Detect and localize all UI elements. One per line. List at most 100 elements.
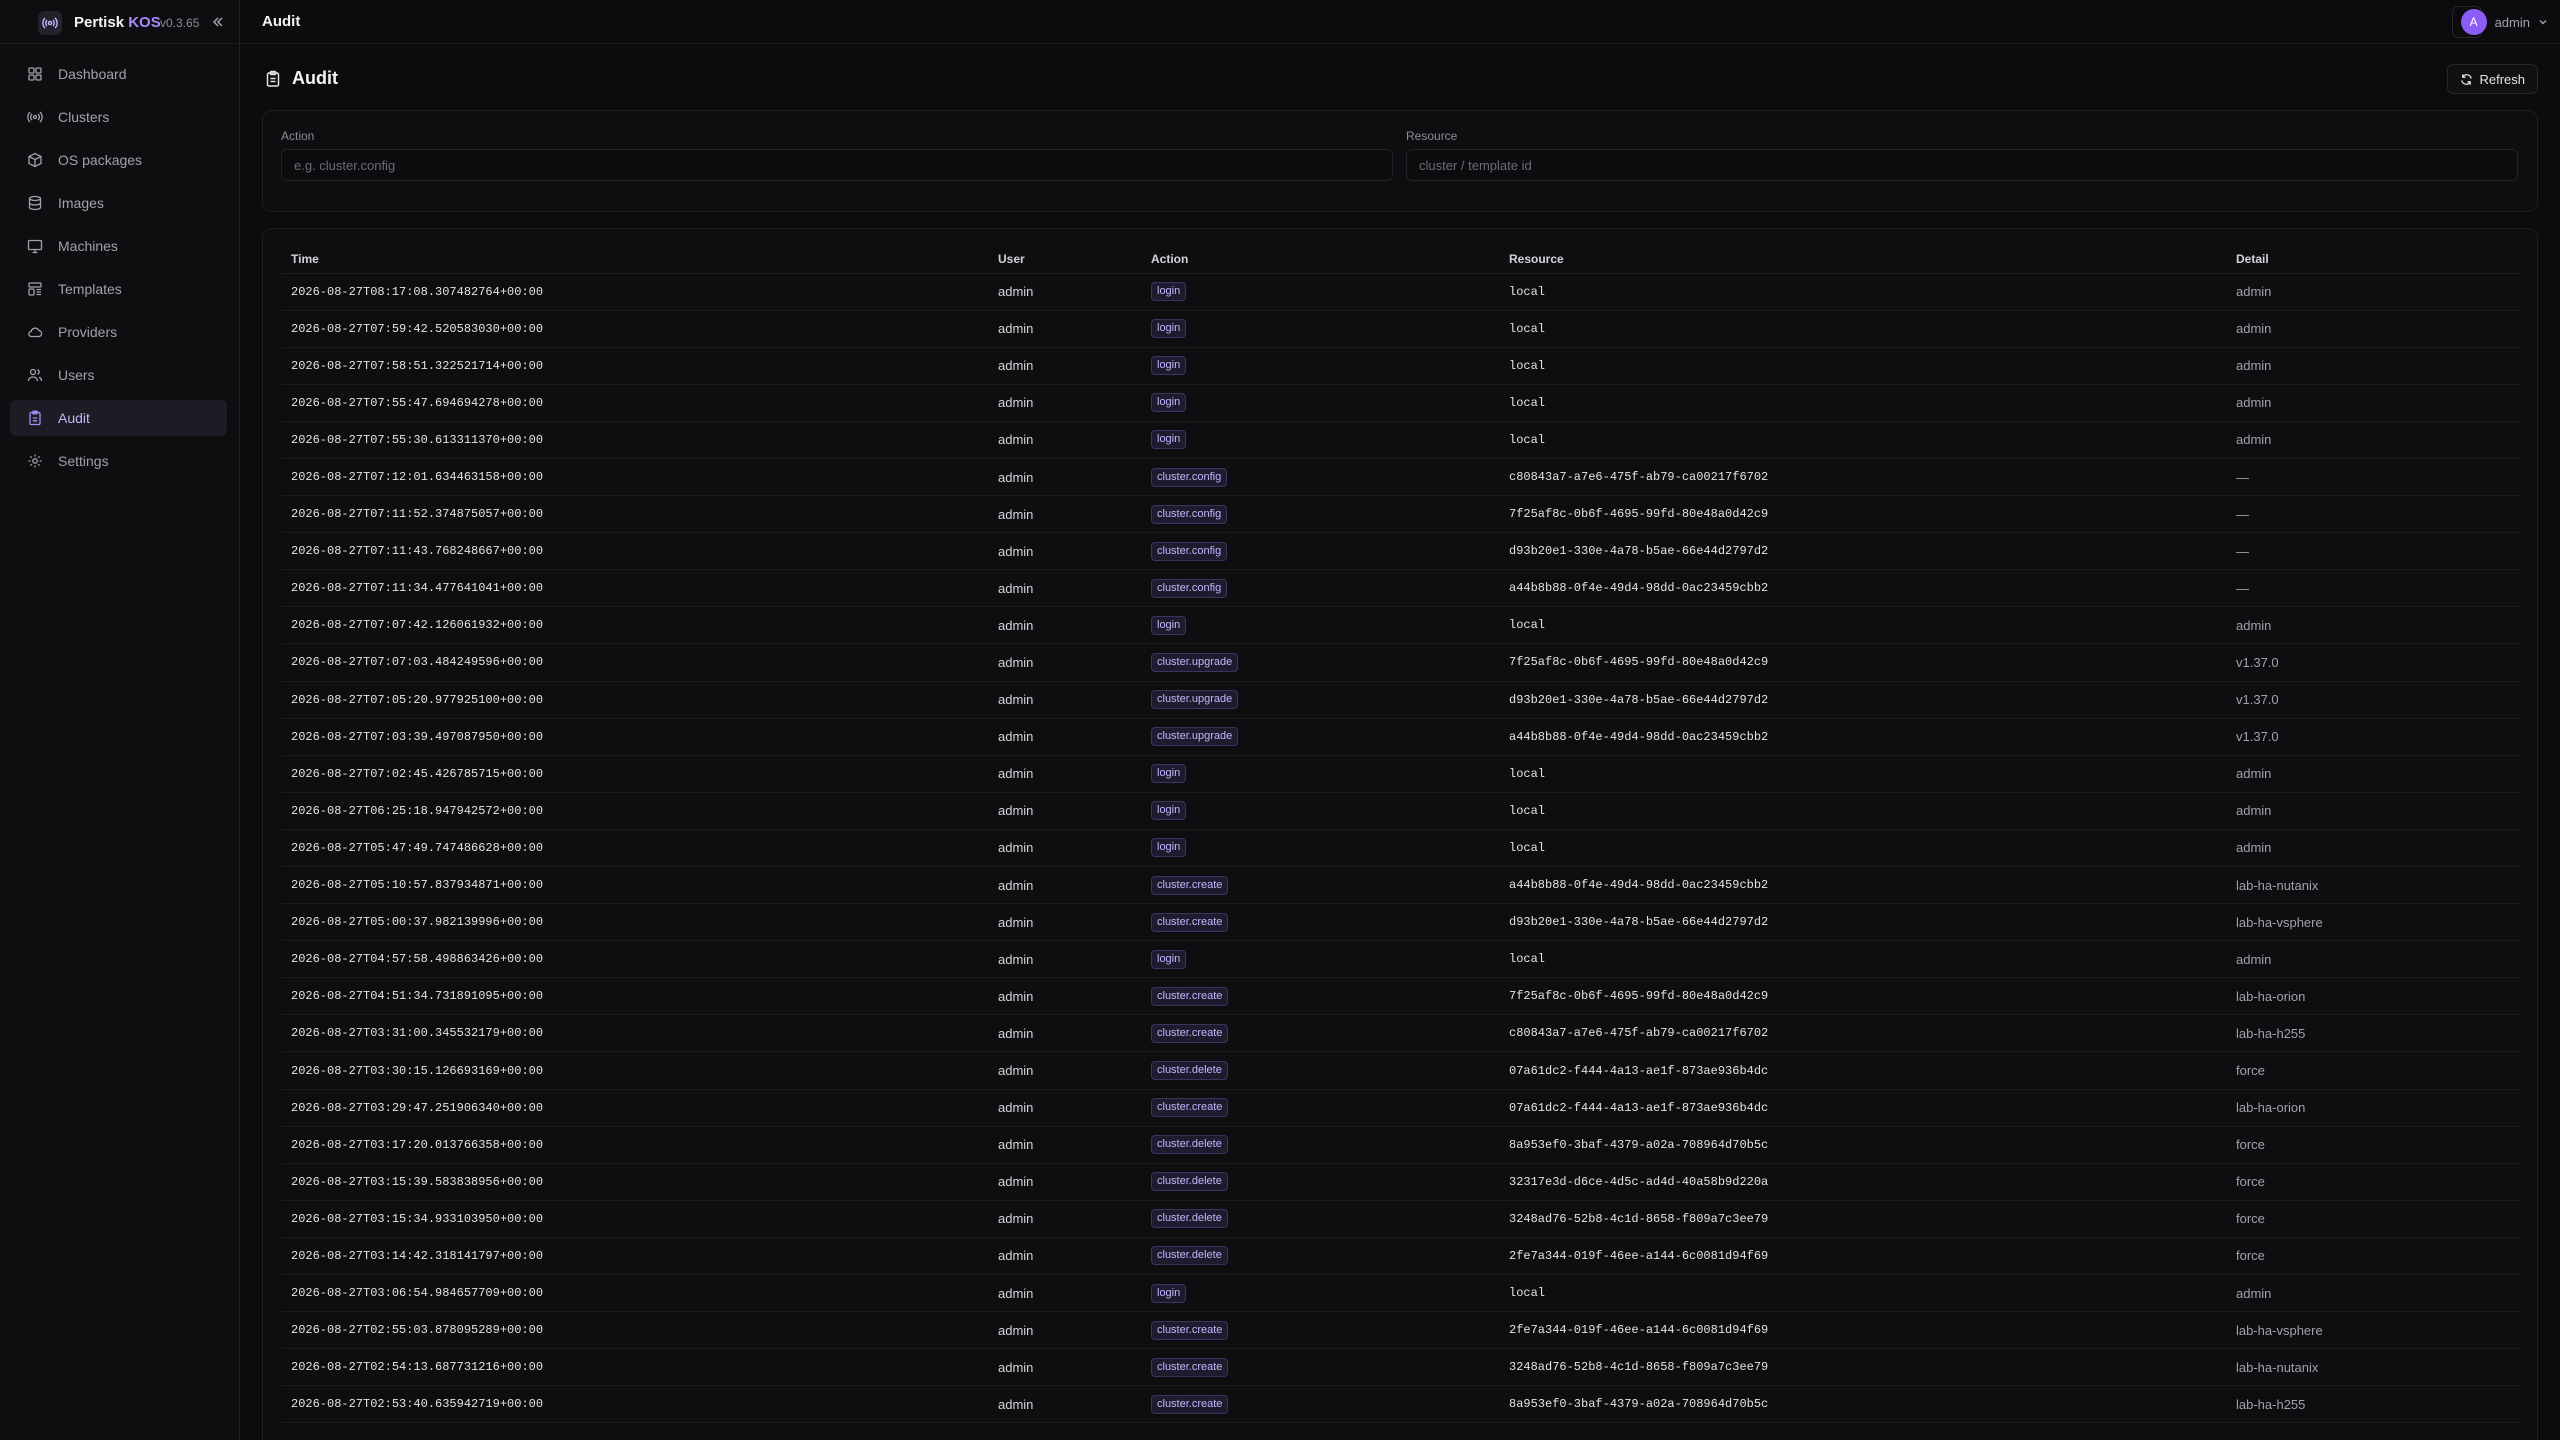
table-row[interactable]: 2026-08-27T03:17:20.013766358+00:00 admin… [281,1126,2522,1164]
action-badge: cluster.create [1151,1098,1229,1118]
table-row[interactable]: 2026-08-27T04:57:58.498863426+00:00 admin… [281,940,2522,979]
detail-cell: lab-ha-nutanix [2226,866,2522,905]
sidebar-item-images[interactable]: Images [10,185,227,221]
user-cell: admin [988,1126,1141,1164]
user-cell: admin [988,347,1141,385]
table-row[interactable]: 2026-08-27T05:10:57.837934871+00:00 admin… [281,866,2522,905]
table-row[interactable]: 2026-08-27T06:25:18.947942572+00:00 admin… [281,792,2522,830]
sidebar-item-audit[interactable]: Audit [10,400,227,436]
action-badge: cluster.create [1151,1394,1229,1414]
table-row[interactable]: 2026-08-27T07:11:34.477641041+00:00 admin… [281,569,2522,608]
table-row[interactable]: 2026-08-27T07:07:42.126061932+00:00 admin… [281,606,2522,645]
action-cell: login [1141,310,1499,348]
time-cell: 2026-08-27T07:11:43.768248667+00:00 [281,532,988,571]
table-row[interactable]: 2026-08-27T07:59:42.520583030+00:00 admin… [281,310,2522,348]
user-cell: admin [988,792,1141,830]
time-cell: 2026-08-27T07:07:42.126061932+00:00 [281,606,988,645]
table-row[interactable]: 2026-08-27T02:55:03.878095289+00:00 admin… [281,1311,2522,1350]
action-filter-input[interactable] [281,149,1393,181]
chevrons-left-icon [212,17,223,27]
table-row[interactable]: 2026-08-27T07:03:39.497087950+00:00 admin… [281,718,2522,756]
detail-cell: admin [2226,792,2522,830]
gear-icon [26,452,44,470]
table-row[interactable]: 2026-08-27T05:00:37.982139996+00:00 admin… [281,903,2522,942]
table-row[interactable]: 2026-08-27T07:05:20.977925100+00:00 admin… [281,681,2522,719]
action-badge: cluster.delete [1151,1172,1228,1192]
action-cell: login [1141,421,1499,459]
table-row[interactable]: 2026-08-27T04:51:34.731891095+00:00 admin… [281,977,2522,1016]
table-row[interactable]: 2026-08-27T02:54:13.687731216+00:00 admin… [281,1348,2522,1387]
time-cell: 2026-08-27T03:14:42.318141797+00:00 [281,1237,988,1276]
time-cell: 2026-08-27T02:54:13.687731216+00:00 [281,1348,988,1387]
sidebar-item-label: Clusters [58,109,110,125]
table-row[interactable]: 2026-08-27T08:17:08.307482764+00:00 admin… [281,273,2522,311]
user-cell: admin [988,1348,1141,1387]
table-row[interactable]: 2026-08-27T07:07:03.484249596+00:00 admin… [281,643,2522,682]
refresh-button[interactable]: Refresh [2447,64,2538,94]
action-cell: login [1141,792,1499,830]
sidebar-item-users[interactable]: Users [10,357,227,393]
resource-cell: 7f25af8c-0b6f-4695-99fd-80e48a0d42c9 [1499,977,2226,1016]
table-row[interactable]: 2026-08-27T03:15:39.583838956+00:00 admin… [281,1163,2522,1201]
collapse-sidebar-button[interactable] [208,12,228,32]
action-badge: cluster.create [1151,1357,1229,1377]
audit-table: Time User Action Resource Detail 2026-08-27T… [281,245,2522,1424]
action-badge: cluster.create [1151,986,1229,1006]
action-badge: cluster.create [1151,1023,1229,1043]
sidebar-item-os-packages[interactable]: OS packages [10,142,227,178]
sidebar-item-clusters[interactable]: Clusters [10,99,227,135]
action-cell: login [1141,347,1499,385]
user-menu[interactable]: A admin [2460,7,2548,37]
sidebar-item-providers[interactable]: Providers [10,314,227,350]
column-header-detail: Detail [2226,245,2522,274]
user-cell: admin [988,606,1141,645]
action-cell: cluster.config [1141,569,1499,608]
sidebar-item-machines[interactable]: Machines [10,228,227,264]
user-cell: admin [988,421,1141,459]
action-badge: login [1151,764,1187,784]
time-cell: 2026-08-27T07:11:52.374875057+00:00 [281,495,988,534]
time-cell: 2026-08-27T07:59:42.520583030+00:00 [281,310,988,348]
table-row[interactable]: 2026-08-27T07:11:43.768248667+00:00 admin… [281,532,2522,571]
detail-cell: lab-ha-h255 [2226,1385,2522,1424]
time-cell: 2026-08-27T04:57:58.498863426+00:00 [281,940,988,979]
table-row[interactable]: 2026-08-27T07:55:30.613311370+00:00 admin… [281,421,2522,459]
table-row[interactable]: 2026-08-27T03:06:54.984657709+00:00 admin… [281,1274,2522,1313]
table-row[interactable]: 2026-08-27T03:15:34.933103950+00:00 admin… [281,1200,2522,1238]
sidebar-item-templates[interactable]: Templates [10,271,227,307]
action-cell: cluster.delete [1141,1163,1499,1201]
clipboard-icon [264,70,282,88]
action-badge: cluster.create [1151,1320,1229,1340]
resource-cell: local [1499,347,2226,385]
table-row[interactable]: 2026-08-27T03:31:00.345532179+00:00 admin… [281,1014,2522,1053]
resource-filter-input[interactable] [1406,149,2518,181]
table-row[interactable]: 2026-08-27T05:47:49.747486628+00:00 admin… [281,829,2522,868]
audit-table-body: 2026-08-27T08:17:08.307482764+00:00 admin… [281,273,2522,1424]
table-row[interactable]: 2026-08-27T07:12:01.634463158+00:00 admin… [281,458,2522,497]
action-filter: Action [281,129,1393,181]
resource-cell: d93b20e1-330e-4a78-b5ae-66e44d2797d2 [1499,903,2226,942]
table-row[interactable]: 2026-08-27T07:11:52.374875057+00:00 admin… [281,495,2522,534]
table-row[interactable]: 2026-08-27T03:14:42.318141797+00:00 admin… [281,1237,2522,1276]
sidebar-item-dashboard[interactable]: Dashboard [10,56,227,92]
time-cell: 2026-08-27T03:06:54.984657709+00:00 [281,1274,988,1313]
table-row[interactable]: 2026-08-27T03:29:47.251906340+00:00 admin… [281,1089,2522,1127]
time-cell: 2026-08-27T03:15:39.583838956+00:00 [281,1163,988,1201]
action-cell: cluster.create [1141,977,1499,1016]
table-row[interactable]: 2026-08-27T07:55:47.694694278+00:00 admin… [281,384,2522,422]
table-row[interactable]: 2026-08-27T07:02:45.426785715+00:00 admin… [281,755,2522,793]
action-cell: login [1141,273,1499,311]
table-row[interactable]: 2026-08-27T02:53:40.635942719+00:00 admin… [281,1385,2522,1424]
action-badge: cluster.config [1151,541,1228,561]
sidebar-item-label: OS packages [58,152,143,168]
sidebar-item-settings[interactable]: Settings [10,443,227,479]
resource-cell: local [1499,940,2226,979]
time-cell: 2026-08-27T05:47:49.747486628+00:00 [281,829,988,868]
cloud-icon [26,323,44,341]
time-cell: 2026-08-27T03:17:20.013766358+00:00 [281,1126,988,1164]
table-row[interactable]: 2026-08-27T07:58:51.322521714+00:00 admin… [281,347,2522,385]
action-cell: login [1141,1274,1499,1313]
action-cell: cluster.config [1141,532,1499,571]
user-cell: admin [988,718,1141,756]
table-row[interactable]: 2026-08-27T03:30:15.126693169+00:00 admin… [281,1051,2522,1090]
